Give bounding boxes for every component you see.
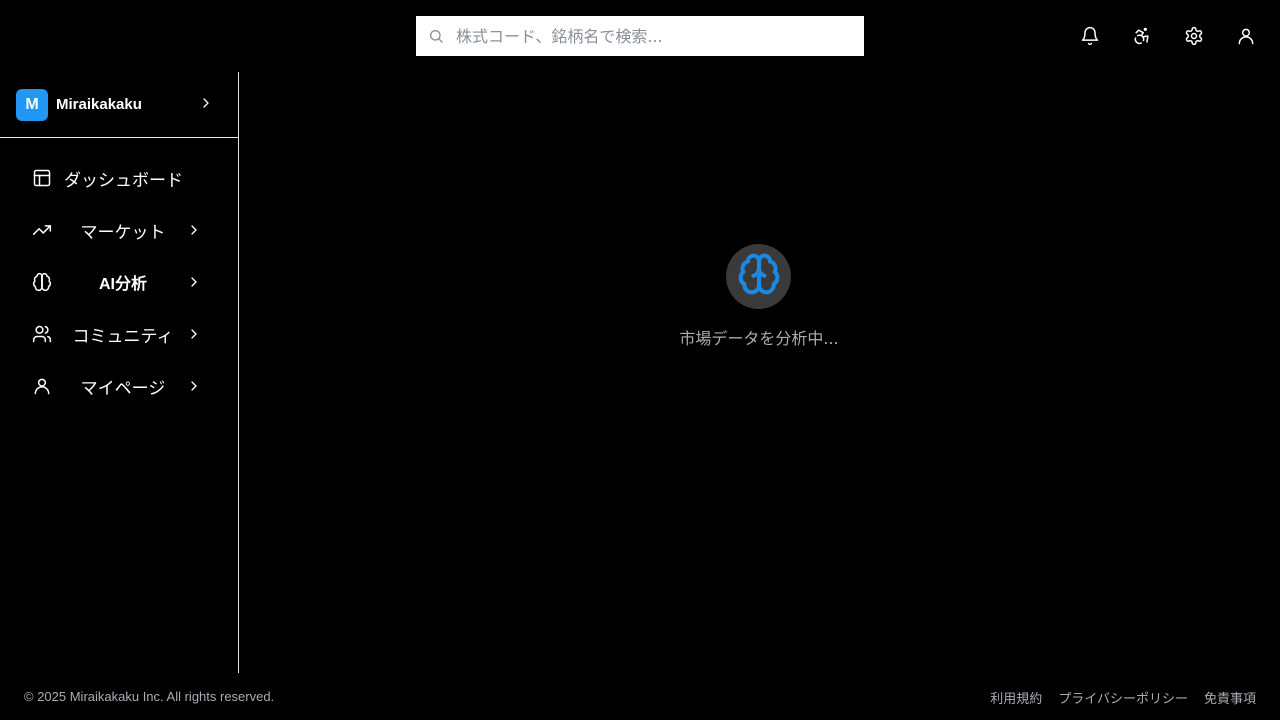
chevron-right-icon (186, 274, 202, 295)
sidebar-item-mypage[interactable]: マイページ (0, 360, 238, 412)
user-icon[interactable] (1228, 16, 1264, 56)
loading-text: 市場データを分析中... (679, 329, 839, 348)
brand-name: Miraikakaku (56, 96, 142, 113)
chevron-right-icon (186, 378, 202, 399)
sidebar-item-label: ダッシュボード (64, 170, 183, 191)
accessibility-icon[interactable] (1124, 16, 1160, 56)
user-icon (32, 376, 52, 396)
sidebar-item-label: AI分析 (98, 276, 147, 293)
privacy-policy-link[interactable]: プライバシーポリシー (1058, 688, 1188, 707)
top-bar (0, 0, 1280, 72)
layout-icon (32, 168, 52, 188)
brand-logo-letter: M (25, 95, 39, 113)
copyright-text: © 2025 Miraikakaku Inc. All rights reser… (24, 689, 275, 704)
brand-logo: M (16, 88, 48, 121)
brain-icon (32, 272, 52, 292)
disclaimer-link[interactable]: 免責事項 (1204, 688, 1256, 707)
sidebar-item-ai-analysis[interactable]: AI分析 (0, 256, 238, 308)
top-icon-bar (1072, 16, 1264, 56)
brand-switcher[interactable]: M Miraikakaku (0, 72, 238, 138)
gear-icon[interactable] (1176, 16, 1212, 56)
terms-link[interactable]: 利用規約 (990, 688, 1042, 707)
sidebar-item-label: コミュニティ (72, 326, 174, 347)
search-icon (428, 28, 444, 44)
sidebar-item-community[interactable]: コミュニティ (0, 308, 238, 360)
sidebar-item-market[interactable]: マーケット (0, 204, 238, 256)
chevron-right-icon (198, 95, 214, 116)
bell-icon[interactable] (1072, 16, 1108, 56)
chevron-right-icon (186, 222, 202, 243)
chevron-right-icon (186, 326, 202, 347)
loading-spinner (726, 244, 791, 309)
footer: © 2025 Miraikakaku Inc. All rights reser… (0, 673, 1280, 720)
sidebar-item-label: マイページ (80, 378, 166, 399)
sidebar-nav: ダッシュボード マーケット AI分析 コミュニティ マイページ (0, 138, 238, 412)
sidebar-item-dashboard[interactable]: ダッシュボード (0, 152, 238, 204)
search-box[interactable] (416, 16, 864, 56)
brain-icon (737, 252, 781, 301)
search-input[interactable] (456, 26, 846, 46)
trending-up-icon (32, 220, 52, 240)
footer-links: 利用規約 プライバシーポリシー 免責事項 (990, 688, 1256, 707)
sidebar: M Miraikakaku ダッシュボード マーケット AI分析 コミュニティ … (0, 72, 239, 673)
sidebar-item-label: マーケット (80, 222, 166, 243)
users-icon (32, 324, 52, 344)
